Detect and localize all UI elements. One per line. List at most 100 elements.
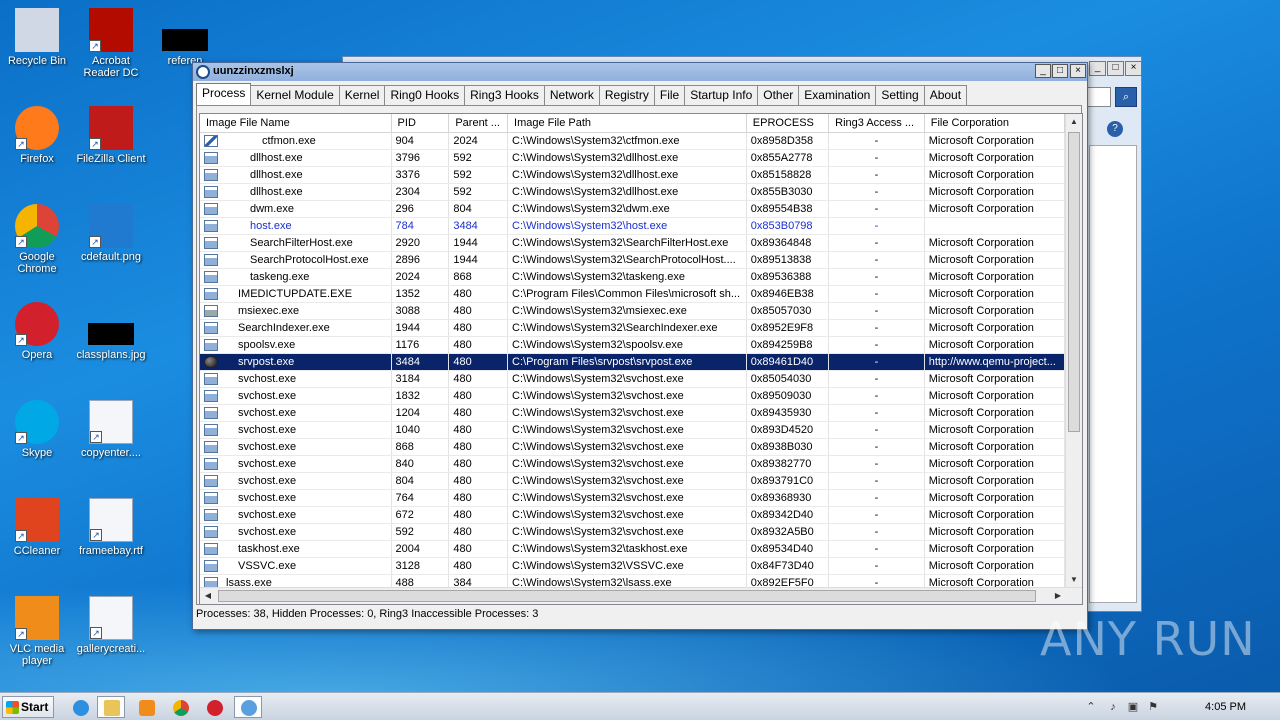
tab-ring3-hooks[interactable]: Ring3 Hooks: [464, 85, 545, 105]
action-center-icon[interactable]: ⚑: [1146, 700, 1160, 714]
vertical-scrollbar[interactable]: ▲ ▼: [1065, 114, 1082, 588]
tab-startup-info[interactable]: Startup Info: [684, 85, 759, 105]
volume-icon[interactable]: ♪: [1106, 700, 1120, 714]
opera-icon: [207, 700, 223, 716]
table-row[interactable]: svchost.exe 1040 480 C:\Windows\System32\sv…: [200, 421, 1082, 439]
table-row[interactable]: svchost.exe 764 480 C:\Windows\System32\svc…: [200, 489, 1082, 507]
tab-kernel-module[interactable]: Kernel Module: [250, 85, 340, 105]
taskbar-media-player[interactable]: [132, 696, 160, 718]
bg-search-field[interactable]: [1087, 87, 1111, 107]
table-row[interactable]: dllhost.exe 2304 592 C:\Windows\System32\dl…: [200, 183, 1082, 201]
desktop-icon-vlc-media-player[interactable]: ↗ VLC media player: [0, 596, 74, 667]
tab-file[interactable]: File: [653, 85, 686, 105]
desktop-icon-opera[interactable]: ↗ Opera: [0, 302, 74, 361]
desktop-icon-gallerycreati[interactable]: ↗ gallerycreati...: [74, 596, 148, 655]
table-row[interactable]: SearchIndexer.exe 1944 480 C:\Windows\Syste…: [200, 319, 1082, 337]
table-row[interactable]: spoolsv.exe 1176 480 C:\Windows\System32\sp…: [200, 336, 1082, 354]
tab-setting[interactable]: Setting: [875, 85, 925, 105]
desktop-icon-recycle-bin[interactable]: Recycle Bin: [0, 8, 74, 67]
horizontal-scroll-thumb[interactable]: [218, 590, 1036, 602]
bg-help-icon[interactable]: ?: [1107, 121, 1123, 137]
column-header[interactable]: Ring3 Access ...: [828, 114, 925, 133]
taskbar-opera[interactable]: [200, 696, 228, 718]
tab-ring0-hooks[interactable]: Ring0 Hooks: [384, 85, 466, 105]
table-row[interactable]: taskhost.exe 2004 480 C:\Windows\System32\t…: [200, 540, 1082, 558]
network-icon[interactable]: ▣: [1126, 700, 1140, 714]
desktop-icon-ccleaner[interactable]: ↗ CCleaner: [0, 498, 74, 557]
column-header[interactable]: File Corporation: [924, 114, 1066, 133]
scroll-down-icon[interactable]: ▼: [1066, 572, 1082, 588]
table-row[interactable]: taskeng.exe 2024 868 C:\Windows\System32\ta…: [200, 268, 1082, 286]
taskbar-chrome[interactable]: [166, 696, 194, 718]
column-header[interactable]: Image File Path: [507, 114, 747, 133]
table-row[interactable]: VSSVC.exe 3128 480 C:\Windows\System32\VSSV…: [200, 557, 1082, 575]
column-header[interactable]: Parent ...: [448, 114, 509, 133]
horizontal-scrollbar[interactable]: ◀ ▶: [200, 587, 1082, 604]
table-row[interactable]: svchost.exe 840 480 C:\Windows\System32\svc…: [200, 455, 1082, 473]
taskbar-ie[interactable]: [66, 696, 94, 718]
table-row[interactable]: SearchFilterHost.exe 2920 1944 C:\Windows\S…: [200, 234, 1082, 252]
table-row[interactable]: host.exe 784 3484 C:\Windows\System32\host.…: [200, 217, 1082, 235]
taskbar-pchunter[interactable]: [234, 696, 262, 718]
desktop-icon-copyenter[interactable]: ↗ copyenter....: [74, 400, 148, 459]
title-bar[interactable]: uunzzinxzmslxj _ □ ×: [193, 63, 1087, 81]
scroll-up-icon[interactable]: ▲: [1066, 114, 1082, 130]
desktop-icon-skype[interactable]: ↗ Skype: [0, 400, 74, 459]
desktop-icon-cdefault-png[interactable]: ↗ cdefault.png: [74, 204, 148, 263]
tab-examination[interactable]: Examination: [798, 85, 877, 105]
pchunter-window[interactable]: uunzzinxzmslxj _ □ × Process Kernel Modul…: [192, 62, 1088, 630]
table-row[interactable]: dllhost.exe 3376 592 C:\Windows\System32\dl…: [200, 166, 1082, 184]
table-row[interactable]: svchost.exe 1832 480 C:\Windows\System32\sv…: [200, 387, 1082, 405]
column-header[interactable]: EPROCESS: [746, 114, 830, 133]
column-header[interactable]: Image File Name: [200, 114, 392, 133]
table-row[interactable]: ctfmon.exe 904 2024 C:\Windows\System32\ctf…: [200, 132, 1082, 150]
minimize-button[interactable]: _: [1035, 64, 1051, 78]
bg-close-button[interactable]: ×: [1125, 61, 1142, 76]
table-row[interactable]: svchost.exe 804 480 C:\Windows\System32\svc…: [200, 472, 1082, 490]
tab-about[interactable]: About: [923, 85, 968, 105]
ring3-access-cell: -: [828, 302, 925, 320]
maximize-button[interactable]: □: [1052, 64, 1068, 78]
table-row[interactable]: dllhost.exe 3796 592 C:\Windows\System32\dl…: [200, 149, 1082, 167]
vertical-scroll-thumb[interactable]: [1068, 132, 1080, 432]
table-row[interactable]: svchost.exe 672 480 C:\Windows\System32\svc…: [200, 506, 1082, 524]
table-row[interactable]: svchost.exe 3184 480 C:\Windows\System32\sv…: [200, 370, 1082, 388]
tab-other[interactable]: Other: [757, 85, 800, 105]
tab-process[interactable]: Process: [196, 83, 252, 105]
process-table[interactable]: Image File Name PID Parent ... Image File P…: [199, 113, 1083, 605]
column-header[interactable]: PID: [391, 114, 450, 133]
table-row[interactable]: IMEDICTUPDATE.EXE 1352 480 C:\Program Files…: [200, 285, 1082, 303]
table-row[interactable]: svchost.exe 868 480 C:\Windows\System32\svc…: [200, 438, 1082, 456]
desktop-icon-frameebay-rtf[interactable]: ↗ frameebay.rtf: [74, 498, 148, 557]
table-row[interactable]: msiexec.exe 3088 480 C:\Windows\System32\ms…: [200, 302, 1082, 320]
file-corporation-cell: Microsoft Corporation: [924, 132, 1066, 150]
scroll-left-icon[interactable]: ◀: [200, 588, 216, 604]
file-corporation-cell: Microsoft Corporation: [924, 404, 1066, 422]
tab-network[interactable]: Network: [543, 85, 600, 105]
desktop-icon-filezilla-client[interactable]: ↗ FileZilla Client: [74, 106, 148, 165]
desktop-icon-google-chrome[interactable]: ↗ Google Chrome: [0, 204, 74, 275]
bg-maximize-button[interactable]: □: [1107, 61, 1124, 76]
clock[interactable]: 4:05 PM: [1205, 701, 1246, 713]
tab-kernel[interactable]: Kernel: [338, 85, 386, 105]
table-row[interactable]: SearchProtocolHost.exe 2896 1944 C:\Windows…: [200, 251, 1082, 269]
pid-cell: 784: [391, 217, 450, 235]
table-row[interactable]: svchost.exe 592 480 C:\Windows\System32\svc…: [200, 523, 1082, 541]
start-button[interactable]: Start: [2, 696, 54, 718]
taskbar-explorer[interactable]: [97, 696, 125, 718]
tab-registry[interactable]: Registry: [598, 85, 655, 105]
table-row[interactable]: srvpost.exe 3484 480 C:\Program Files\srvpo…: [200, 353, 1082, 371]
tray-expand-icon[interactable]: ⌃: [1084, 700, 1098, 714]
bg-minimize-button[interactable]: _: [1089, 61, 1106, 76]
desktop-icon-acrobat-reader-dc[interactable]: ↗ Acrobat Reader DC: [74, 8, 148, 79]
app-icon: [196, 65, 210, 79]
table-row[interactable]: svchost.exe 1204 480 C:\Windows\System32\sv…: [200, 404, 1082, 422]
scroll-right-icon[interactable]: ▶: [1050, 588, 1066, 604]
desktop-icon-firefox[interactable]: ↗ Firefox: [0, 106, 74, 165]
close-button[interactable]: ×: [1070, 64, 1086, 78]
window-icon: [204, 202, 218, 215]
desktop-icon-label: cdefault.png: [81, 251, 141, 263]
image-path-cell: C:\Windows\System32\host.exe: [507, 217, 747, 235]
table-row[interactable]: dwm.exe 296 804 C:\Windows\System32\dwm.exe…: [200, 200, 1082, 218]
bg-search-icon[interactable]: ⌕: [1115, 87, 1137, 107]
